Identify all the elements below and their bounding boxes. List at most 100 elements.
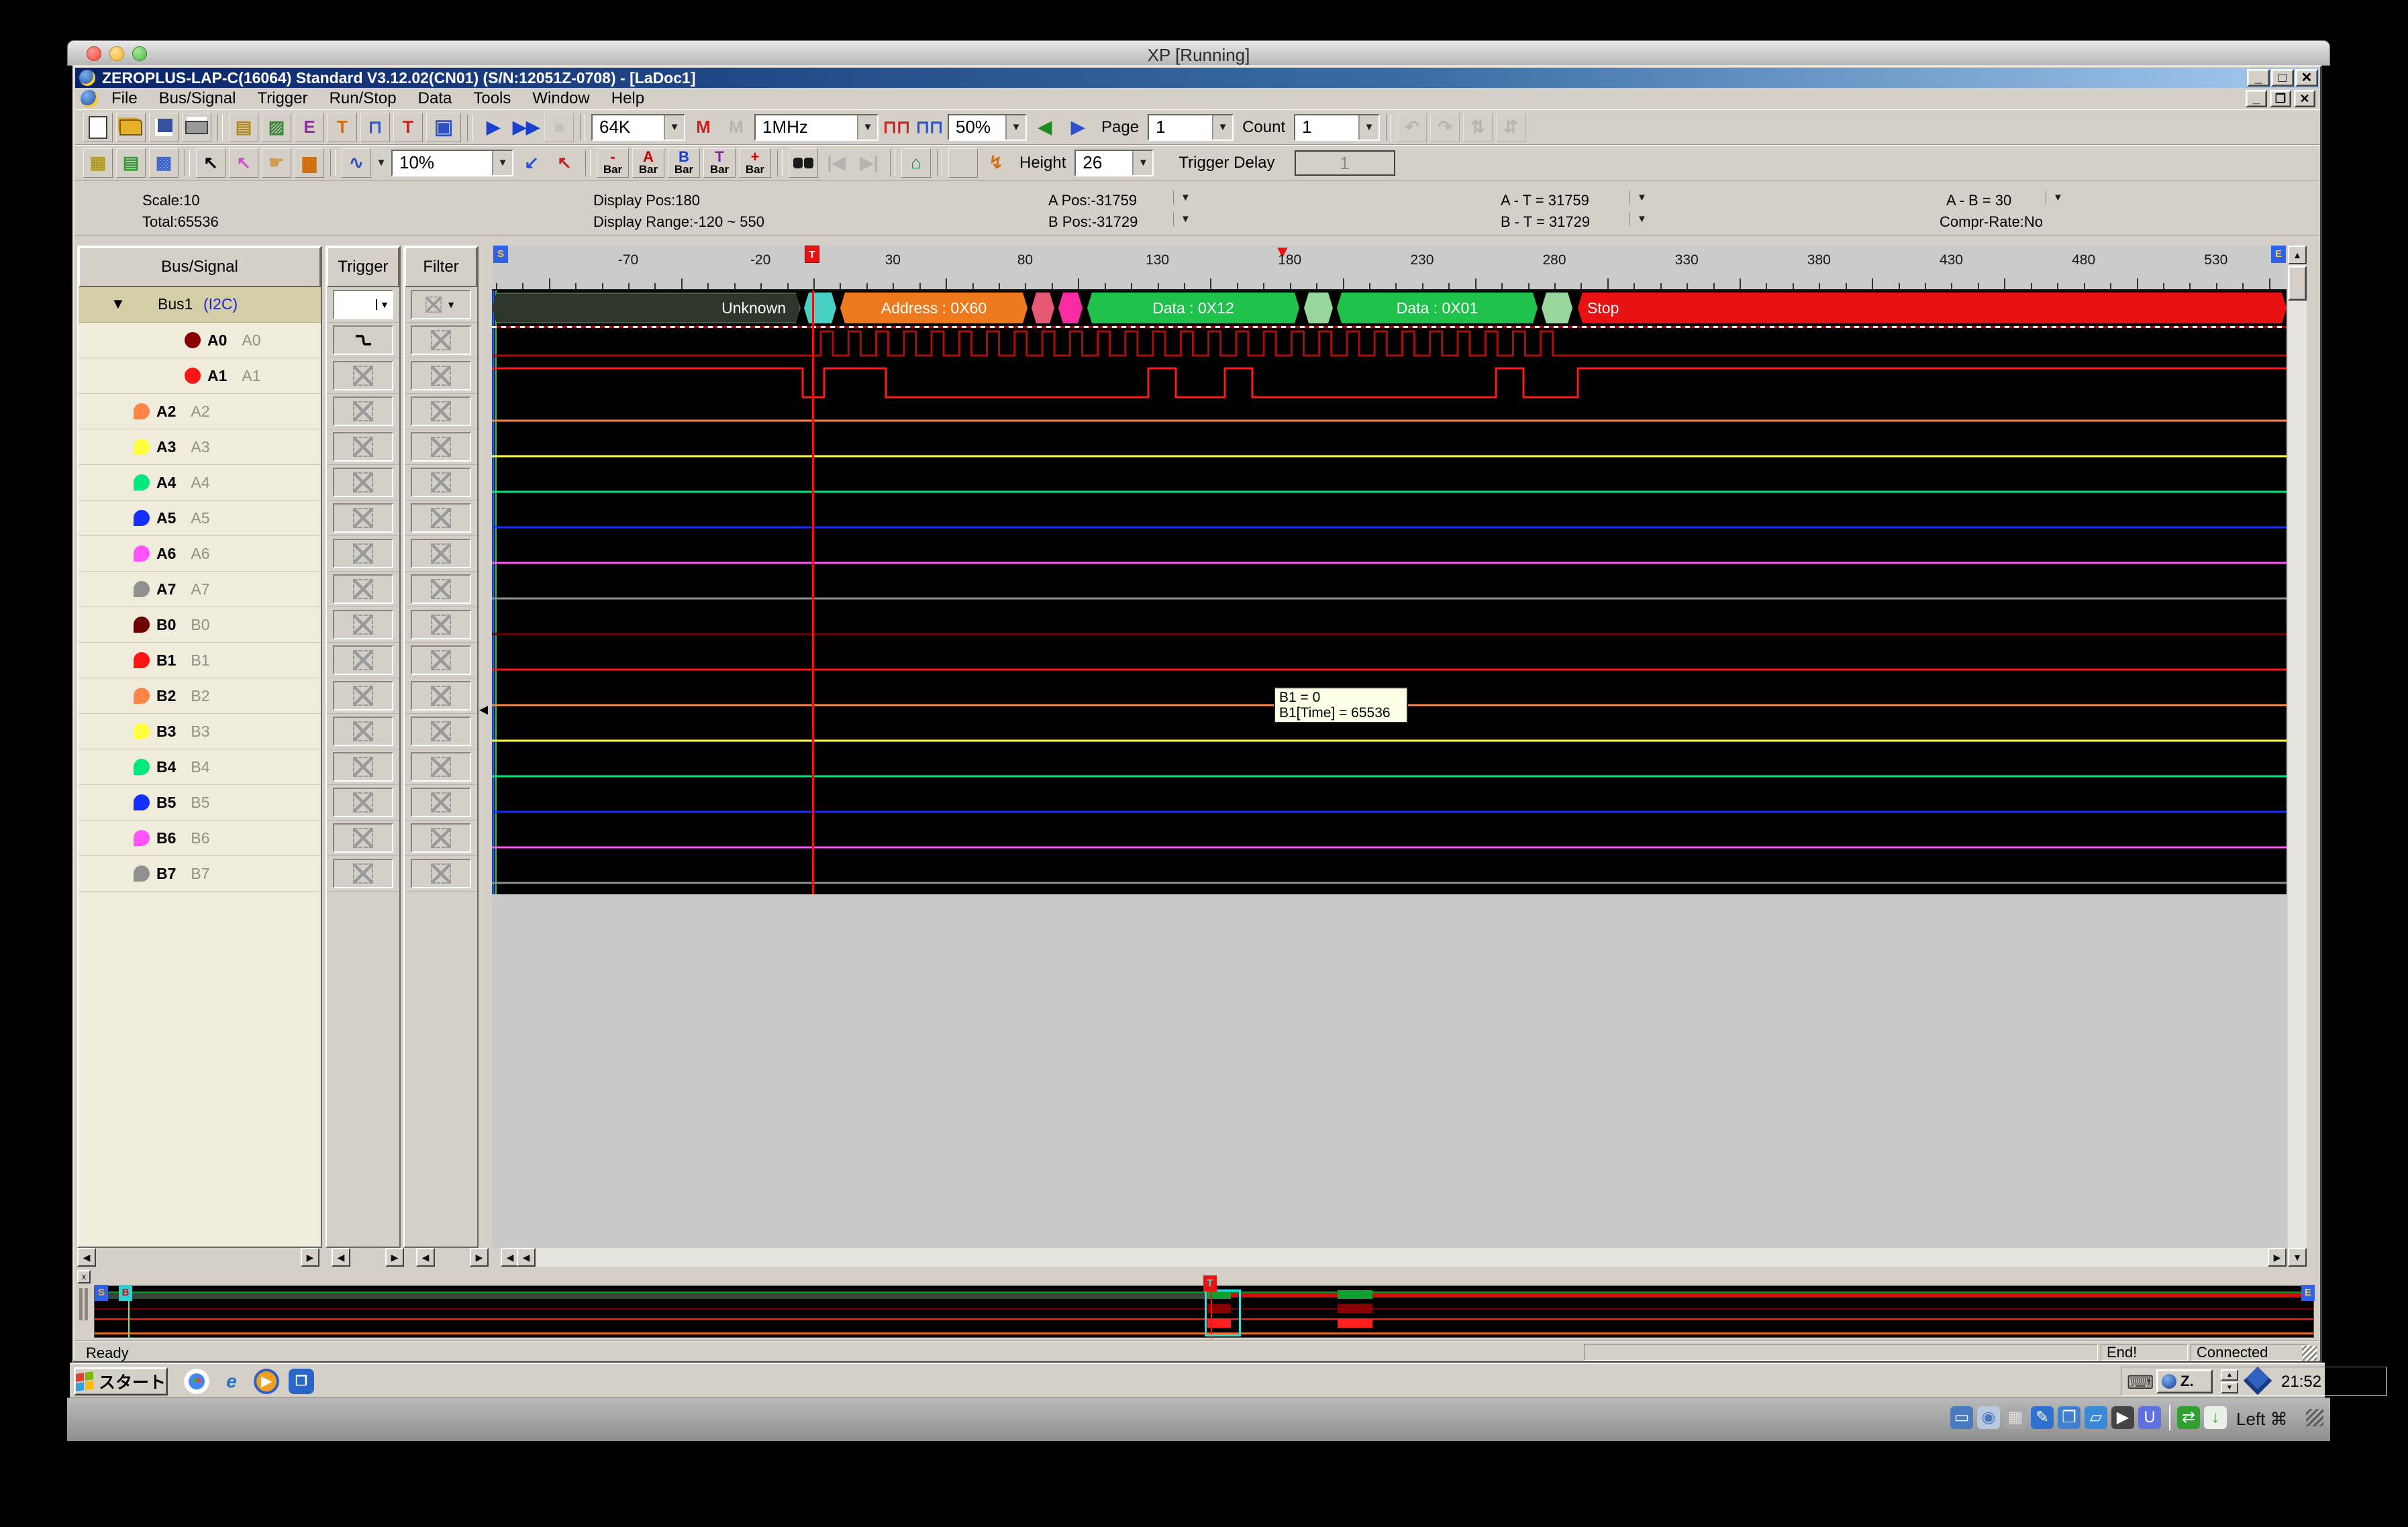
trigger-col-scroll-right-button[interactable]: ▶ bbox=[385, 1248, 404, 1267]
menu-file[interactable]: File bbox=[101, 88, 148, 109]
height-combo[interactable]: 26 ▼ bbox=[1074, 150, 1154, 176]
trigger-cell-box[interactable] bbox=[333, 859, 393, 888]
sampling-property-button[interactable]: ▨ bbox=[262, 113, 291, 142]
menu-run-stop[interactable]: Run/Stop bbox=[319, 88, 407, 109]
decode-segment-stop[interactable]: Stop bbox=[1578, 293, 2287, 323]
trigger-cell-box[interactable] bbox=[333, 645, 393, 675]
decode-segment-data-0x12[interactable]: Data : 0X12 bbox=[1087, 293, 1299, 323]
bus-col-scroll-right-button[interactable]: ▶ bbox=[301, 1248, 319, 1267]
trigger-cell-B6[interactable] bbox=[327, 821, 399, 856]
trigger-cell-B4[interactable] bbox=[327, 749, 399, 785]
b-pos-dropdown-icon[interactable]: ▼ bbox=[1173, 212, 1191, 226]
filter-cell-box[interactable] bbox=[411, 468, 471, 497]
signal-row-B6[interactable]: B6B6 bbox=[79, 821, 321, 856]
start-button[interactable]: スタート bbox=[74, 1367, 168, 1396]
overview-vscroll2[interactable] bbox=[85, 1288, 88, 1320]
trigger-cell-B5[interactable] bbox=[327, 785, 399, 821]
trigger-cell-B7[interactable] bbox=[327, 856, 399, 892]
media-player-icon[interactable]: ▶ bbox=[254, 1369, 279, 1394]
signal-row-A0[interactable]: A0A0 bbox=[79, 323, 321, 358]
vm-titlebar[interactable]: XP [Running] bbox=[67, 40, 2330, 66]
waveform-area[interactable]: UnknownAddress : 0X60Data : 0X12Data : 0… bbox=[492, 291, 2287, 894]
dropdown-arrow-icon[interactable]: ▼ bbox=[492, 151, 512, 175]
trigger-cell-B0[interactable] bbox=[327, 607, 399, 643]
filter-cell-B7[interactable] bbox=[405, 856, 477, 892]
open-file-button[interactable] bbox=[116, 113, 146, 142]
vm-display-icon[interactable]: ▶ bbox=[2111, 1406, 2134, 1429]
waveform-scroll-right-button[interactable]: ▶ bbox=[2268, 1248, 2287, 1267]
trigger-cell-box[interactable] bbox=[333, 788, 393, 817]
signal-row-A2[interactable]: A2A2 bbox=[79, 394, 321, 429]
tray-spinner-up[interactable]: ▲ bbox=[2221, 1369, 2238, 1381]
filter-cell-box[interactable] bbox=[411, 503, 471, 533]
waveform-hscrollbar[interactable] bbox=[517, 1248, 2287, 1267]
vscroll-thumb[interactable] bbox=[2288, 266, 2307, 301]
signal-row-A4[interactable]: A4A4 bbox=[79, 465, 321, 501]
signal-row-A3[interactable]: A3A3 bbox=[79, 429, 321, 465]
overview-end-marker[interactable]: E bbox=[2301, 1285, 2315, 1301]
b-t-dropdown-icon[interactable]: ▼ bbox=[1629, 212, 1647, 226]
a-pos-dropdown-icon[interactable]: ▼ bbox=[1173, 191, 1191, 205]
signal-row-B7[interactable]: B7B7 bbox=[79, 856, 321, 892]
overview-viewport-rect[interactable] bbox=[1205, 1289, 1241, 1336]
signal-row-A6[interactable]: A6A6 bbox=[79, 536, 321, 572]
pinned-end-marker[interactable]: E bbox=[2271, 246, 2286, 263]
overview-strip[interactable]: S B T E bbox=[94, 1285, 2314, 1338]
dropdown-arrow-icon[interactable]: ▼ bbox=[1358, 115, 1378, 140]
trigger-delay-input[interactable]: 1 bbox=[1295, 150, 1395, 176]
vm-usb-icon[interactable]: U bbox=[2138, 1406, 2161, 1429]
quick-launch-app-icon[interactable]: ❐ bbox=[289, 1369, 314, 1394]
filter-cell-box[interactable] bbox=[411, 432, 471, 462]
repeat-run-button[interactable]: ▶▶ bbox=[511, 113, 541, 142]
filter-cell-box[interactable] bbox=[411, 325, 471, 355]
bus-collapse-arrow-icon[interactable]: ▼ bbox=[111, 295, 126, 313]
filter-cell-A2[interactable] bbox=[405, 394, 477, 429]
trigger-level-combo[interactable]: 50% ▼ bbox=[948, 114, 1027, 141]
bus-row[interactable]: ▼ Bus1 (I2C) bbox=[79, 287, 321, 323]
delay-trigger-button[interactable]: T bbox=[393, 113, 423, 142]
decode-segment[interactable] bbox=[1058, 293, 1083, 323]
internet-explorer-icon[interactable]: e bbox=[219, 1369, 244, 1394]
trigger-col-scroll-left-button[interactable]: ◀ bbox=[416, 1248, 435, 1267]
trigger-cell-box[interactable] bbox=[333, 503, 393, 533]
t-bar-button[interactable]: TBar bbox=[703, 148, 736, 178]
filter-cell-B5[interactable] bbox=[405, 785, 477, 821]
wave-display-button[interactable]: ∿ bbox=[342, 148, 371, 178]
trigger-cell-box[interactable] bbox=[333, 432, 393, 462]
filter-cell-A5[interactable] bbox=[405, 501, 477, 536]
vm-autoresize-icon[interactable]: ↓ bbox=[2204, 1406, 2227, 1429]
waveform-scroll-down-button[interactable]: ▼ bbox=[2288, 1248, 2307, 1267]
trigger-cell-A5[interactable] bbox=[327, 501, 399, 536]
a-b-dropdown-icon[interactable]: ▼ bbox=[2046, 191, 2063, 205]
signal-row-A5[interactable]: A5A5 bbox=[79, 501, 321, 536]
filter-cell-box[interactable] bbox=[411, 610, 471, 639]
square-wave-red-icon[interactable]: ⊓⊓ bbox=[882, 113, 911, 142]
dropdown-arrow-icon[interactable]: ▼ bbox=[444, 299, 458, 310]
run-button[interactable]: ▶ bbox=[479, 113, 508, 142]
new-file-button[interactable] bbox=[83, 113, 113, 142]
hand-tool-button[interactable]: ☛ bbox=[262, 148, 291, 178]
vm-resize-grip[interactable] bbox=[2306, 1409, 2323, 1426]
decode-segment-data-0x01[interactable]: Data : 0X01 bbox=[1337, 293, 1538, 323]
home-view-button[interactable]: ⌂ bbox=[901, 148, 931, 178]
waveform-vscrollbar[interactable] bbox=[2288, 246, 2307, 1267]
tray-spinner-down[interactable]: ▼ bbox=[2221, 1382, 2238, 1393]
signal-row-B3[interactable]: B3B3 bbox=[79, 714, 321, 749]
menu-help[interactable]: Help bbox=[601, 88, 655, 109]
decode-segment[interactable] bbox=[1304, 293, 1333, 323]
pulse-width-marker-button[interactable]: ↯ bbox=[981, 148, 1011, 178]
waveform-window-button[interactable]: ▦ bbox=[83, 148, 113, 178]
overview-vscroll[interactable] bbox=[79, 1288, 83, 1320]
goto-memory-button[interactable]: M bbox=[689, 113, 718, 142]
resize-grip[interactable] bbox=[2302, 1346, 2317, 1361]
filter-cell-B0[interactable] bbox=[405, 607, 477, 643]
waveform-scroll-left-button[interactable]: ◀ bbox=[517, 1248, 536, 1267]
undo-button[interactable]: ↶ bbox=[1397, 113, 1427, 142]
edit-tool-button[interactable]: ↖ bbox=[229, 148, 258, 178]
wave-display-dropdown-icon[interactable]: ▼ bbox=[374, 148, 388, 178]
trigger-cell-A2[interactable] bbox=[327, 394, 399, 429]
tray-zeroplus-button[interactable]: Z. bbox=[2156, 1369, 2213, 1393]
dropdown-arrow-icon[interactable]: ▼ bbox=[1005, 115, 1025, 140]
trigger-cell-box[interactable] bbox=[333, 539, 393, 568]
filter-cell-A0[interactable] bbox=[405, 323, 477, 358]
